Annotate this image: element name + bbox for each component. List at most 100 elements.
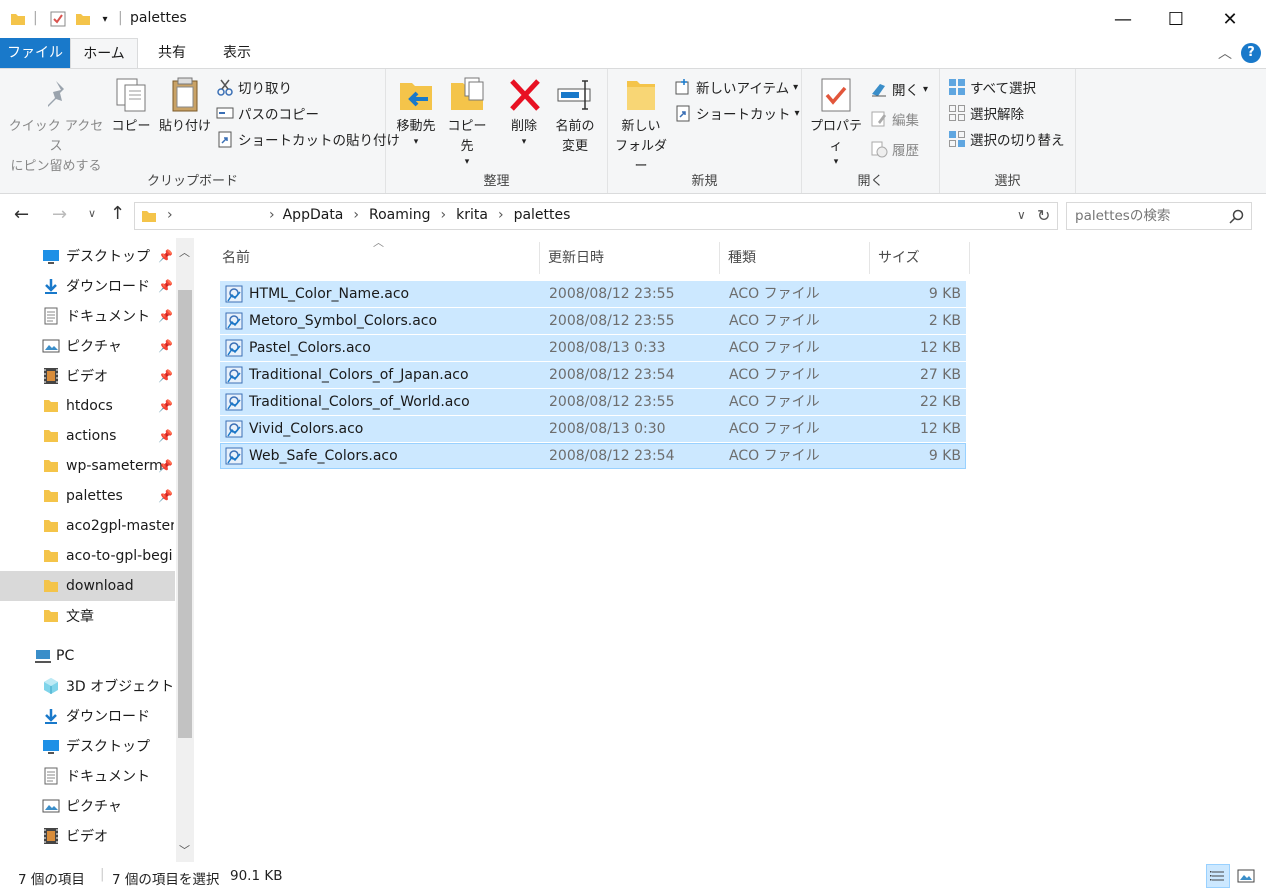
new-folder-button[interactable]: 新しい フォルダー bbox=[612, 75, 670, 177]
tab-view[interactable]: 表示 bbox=[206, 38, 268, 68]
document-icon bbox=[42, 767, 60, 785]
nav-item[interactable]: palettes 📌 bbox=[0, 481, 175, 511]
details-view-icon[interactable] bbox=[1206, 864, 1230, 888]
nav-item[interactable]: download bbox=[0, 571, 175, 601]
tab-home[interactable]: ホーム bbox=[70, 38, 138, 68]
help-icon[interactable]: ? bbox=[1241, 43, 1261, 63]
close-button[interactable]: ✕ bbox=[1207, 0, 1253, 38]
nav-item[interactable]: ドキュメント bbox=[0, 761, 175, 791]
copy-path-button[interactable]: パスのコピー bbox=[216, 101, 319, 125]
scissors-icon bbox=[217, 79, 233, 96]
nav-item[interactable]: ピクチャ bbox=[0, 791, 175, 821]
invert-selection-button[interactable]: 選択の切り替え bbox=[948, 127, 1065, 151]
nav-item[interactable]: ピクチャ 📌 bbox=[0, 331, 175, 361]
nav-item[interactable]: ビデオ bbox=[0, 821, 175, 851]
nav-scrollbar[interactable]: ︿ ﹀ bbox=[176, 238, 194, 862]
address-bar[interactable]: › › AppData › Roaming › krita › palettes… bbox=[134, 202, 1058, 230]
nav-item[interactable]: wp-sameterm 📌 bbox=[0, 451, 175, 481]
minimize-button[interactable]: — bbox=[1100, 0, 1146, 38]
nav-item[interactable]: htdocs 📌 bbox=[0, 391, 175, 421]
file-name: Web_Safe_Colors.aco bbox=[249, 448, 398, 464]
nav-item[interactable]: デスクトップ bbox=[0, 731, 175, 761]
scroll-up-icon[interactable]: ︿ bbox=[179, 244, 190, 260]
shortcut-button[interactable]: ショートカット ▾ bbox=[674, 101, 800, 125]
nav-item-pc[interactable]: PC bbox=[0, 641, 175, 671]
pin-quick-access-button[interactable]: クイック アクセス にピン留めする bbox=[4, 75, 108, 177]
file-row[interactable]: Web_Safe_Colors.aco 2008/08/12 23:54 ACO フ… bbox=[220, 443, 966, 469]
pin-icon[interactable]: 📌 bbox=[158, 249, 173, 263]
nav-item[interactable]: ダウンロード 📌 bbox=[0, 271, 175, 301]
customize-quick-access-icon[interactable]: ▾ bbox=[98, 9, 112, 29]
up-icon[interactable]: ↑ bbox=[110, 203, 125, 224]
nav-item[interactable]: ダウンロード bbox=[0, 701, 175, 731]
file-row[interactable]: Metoro_Symbol_Colors.aco 2008/08/12 23:55… bbox=[220, 308, 966, 334]
rename-button[interactable]: 名前の 変更 bbox=[550, 75, 600, 157]
edit-button[interactable]: 編集 bbox=[870, 107, 919, 131]
pin-icon[interactable]: 📌 bbox=[158, 399, 173, 413]
open-button[interactable]: 開く ▾ bbox=[870, 77, 928, 101]
recent-locations-icon[interactable]: ∨ bbox=[88, 207, 96, 220]
search-box[interactable] bbox=[1066, 202, 1252, 230]
breadcrumb-krita[interactable]: krita bbox=[456, 207, 488, 223]
document-icon bbox=[42, 307, 60, 325]
file-row[interactable]: Traditional_Colors_of_World.aco 2008/08/1… bbox=[220, 389, 966, 415]
breadcrumb-roaming[interactable]: Roaming bbox=[369, 207, 431, 223]
collapse-ribbon-icon[interactable]: ︿ bbox=[1218, 43, 1232, 63]
select-all-button[interactable]: すべて選択 bbox=[948, 75, 1036, 99]
pin-icon[interactable]: 📌 bbox=[158, 429, 173, 443]
address-dropdown-icon[interactable]: ∨ bbox=[1017, 208, 1026, 222]
pin-icon[interactable]: 📌 bbox=[158, 489, 173, 503]
forward-icon[interactable]: → bbox=[52, 204, 67, 225]
properties-button[interactable]: プロパティ ▾ bbox=[806, 75, 866, 167]
selection-size: 90.1 KB bbox=[230, 868, 283, 884]
tab-file[interactable]: ファイル bbox=[0, 38, 70, 68]
new-folder-icon[interactable] bbox=[74, 9, 92, 29]
pin-icon[interactable]: 📌 bbox=[158, 369, 173, 383]
scroll-down-icon[interactable]: ﹀ bbox=[179, 842, 190, 858]
nav-item[interactable]: 3D オブジェクト bbox=[0, 671, 175, 701]
copy-button[interactable]: コピー bbox=[110, 75, 152, 137]
file-row[interactable]: Vivid_Colors.aco 2008/08/13 0:30 ACO ファイル 1… bbox=[220, 416, 966, 442]
cut-button[interactable]: 切り取り bbox=[216, 75, 292, 99]
select-group: すべて選択 選択解除 選択の切り替え 選択 bbox=[940, 69, 1076, 193]
aco-file-icon bbox=[225, 366, 243, 388]
search-input[interactable] bbox=[1075, 206, 1225, 226]
properties-icon[interactable] bbox=[48, 9, 68, 29]
search-icon[interactable] bbox=[1229, 209, 1244, 224]
file-row[interactable]: Traditional_Colors_of_Japan.aco 2008/08/1… bbox=[220, 362, 966, 388]
delete-button[interactable]: 削除 ▾ bbox=[500, 75, 548, 147]
file-row[interactable]: HTML_Color_Name.aco 2008/08/12 23:55 ACO フ… bbox=[220, 281, 966, 307]
pin-icon[interactable]: 📌 bbox=[158, 339, 173, 353]
nav-item[interactable]: 文章 bbox=[0, 601, 175, 631]
file-row[interactable]: Pastel_Colors.aco 2008/08/13 0:33 ACO ファイル… bbox=[220, 335, 966, 361]
nav-item[interactable]: aco-to-gpl-begi bbox=[0, 541, 175, 571]
column-header-name[interactable]: 名前 bbox=[214, 242, 540, 274]
history-button[interactable]: 履歴 bbox=[870, 137, 919, 161]
column-header-size[interactable]: サイズ bbox=[870, 242, 970, 274]
column-header-type[interactable]: 種類 bbox=[720, 242, 870, 274]
nav-scroll-thumb[interactable] bbox=[178, 290, 192, 738]
refresh-icon[interactable]: ↻ bbox=[1037, 206, 1050, 225]
new-item-button[interactable]: 新しいアイテム ▾ bbox=[674, 75, 798, 99]
copy-to-button[interactable]: コピー先 ▾ bbox=[442, 75, 492, 167]
tab-share[interactable]: 共有 bbox=[142, 38, 202, 68]
paste-button[interactable]: 貼り付け bbox=[156, 75, 214, 137]
maximize-button[interactable]: ☐ bbox=[1153, 0, 1199, 38]
move-to-button[interactable]: 移動先 ▾ bbox=[392, 75, 440, 147]
breadcrumb-appdata[interactable]: AppData bbox=[283, 207, 344, 223]
paste-shortcut-button[interactable]: ショートカットの貼り付け bbox=[216, 127, 400, 151]
back-icon[interactable]: ← bbox=[14, 204, 29, 225]
nav-item[interactable]: ビデオ 📌 bbox=[0, 361, 175, 391]
nav-item[interactable]: aco2gpl-master bbox=[0, 511, 175, 541]
breadcrumb-palettes[interactable]: palettes bbox=[514, 207, 571, 223]
nav-item[interactable]: デスクトップ 📌 bbox=[0, 241, 175, 271]
breadcrumb-chevron[interactable]: › bbox=[167, 207, 173, 223]
pin-icon[interactable]: 📌 bbox=[158, 459, 173, 473]
column-header-date[interactable]: 更新日時 bbox=[540, 242, 720, 274]
pin-icon[interactable]: 📌 bbox=[158, 309, 173, 323]
large-icons-view-icon[interactable] bbox=[1236, 866, 1256, 886]
select-none-button[interactable]: 選択解除 bbox=[948, 101, 1024, 125]
pin-icon[interactable]: 📌 bbox=[158, 279, 173, 293]
nav-item[interactable]: ドキュメント 📌 bbox=[0, 301, 175, 331]
nav-item[interactable]: actions 📌 bbox=[0, 421, 175, 451]
